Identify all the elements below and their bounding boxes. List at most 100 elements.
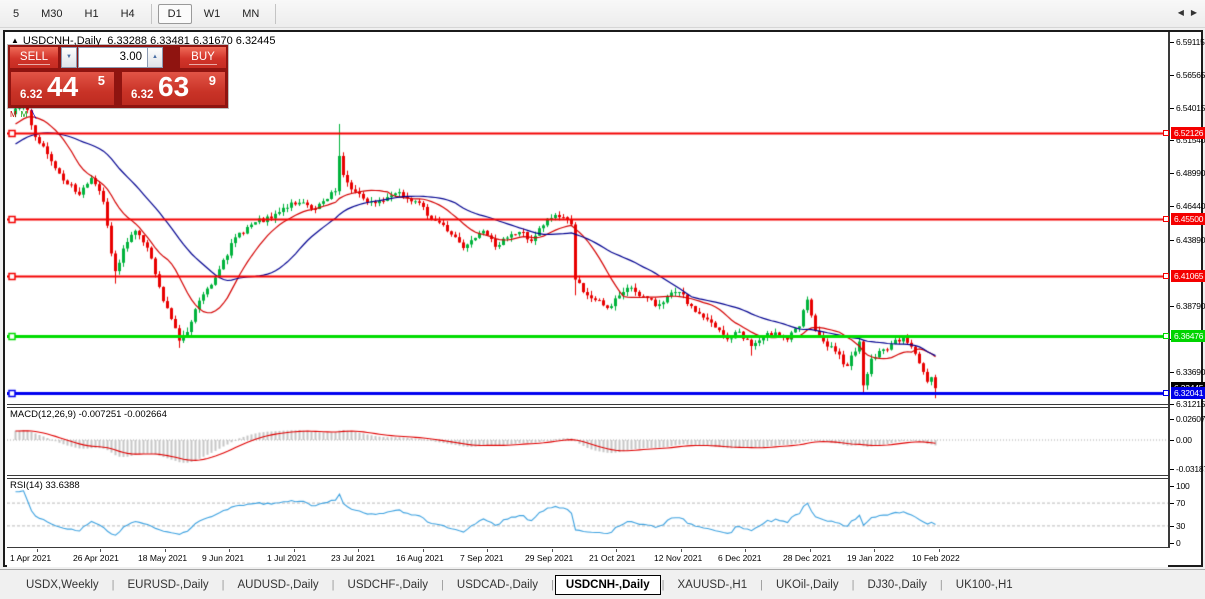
timeframe-button-5[interactable]: 5 [3,4,29,24]
rsi-axis-label: 100 [1176,481,1190,491]
volume-increase-button[interactable]: ▲ [147,47,163,68]
sell-price-big: 44 [47,71,79,102]
date-label: 21 Oct 2021 [589,553,636,563]
timeframe-button-h1[interactable]: H1 [75,4,109,24]
timeframe-button-d1[interactable]: D1 [157,3,192,24]
date-label: 29 Sep 2021 [525,553,574,563]
rsi-axis-label-dash [1170,526,1174,527]
chart-tab-eurusd[interactable]: EURUSD-,Daily [116,575,221,595]
macd-axis-label-dash [1170,419,1174,420]
macd-pane-canvas[interactable] [7,408,1168,474]
pane-separator [7,547,1168,548]
date-label: 28 Dec 2021 [783,553,832,563]
volume-decrease-button[interactable]: ▼ [61,47,77,68]
chart-tab-dj30[interactable]: DJ30-,Daily [855,575,938,595]
price-tick-dash [1170,240,1174,241]
spin-down-icon: ▼ [66,54,72,60]
price-tick-label: 6.43890 [1176,235,1205,245]
date-label: 16 Aug 2021 [396,553,444,563]
tab-separator: | [760,578,763,591]
macd-indicator-label: MACD(12,26,9) -0.007251 -0.002664 [10,409,167,420]
date-axis[interactable]: 1 Apr 2021 26 Apr 2021 18 May 2021 9 Jun 20… [7,549,1168,567]
date-tick [939,549,940,552]
chart-tab-audusd[interactable]: AUDUSD-,Daily [226,575,331,595]
sell-price-button[interactable]: 6.32 44 5 [11,71,114,105]
price-tick-dash [1170,108,1174,109]
buy-price-prefix: 6.32 [131,89,154,101]
tab-scroll-right-icon[interactable]: ▶ [1191,8,1197,17]
price-level-label[interactable]: 6.41065 [1163,270,1205,282]
chart-tab-xauusd[interactable]: XAUUSD-,H1 [665,575,759,595]
buy-button[interactable]: BUY [180,47,226,68]
timeframe-button-w1[interactable]: W1 [194,4,231,24]
date-tick [810,549,811,552]
tab-separator: | [551,578,554,591]
tab-scroll-left-icon[interactable]: ◀ [1178,8,1184,17]
date-label: 23 Jul 2021 [331,553,375,563]
date-tick [616,549,617,552]
level-anchor-icon [1163,216,1169,222]
chart-tab-usdcad[interactable]: USDCAD-,Daily [445,575,550,595]
price-tick-dash [1170,75,1174,76]
sell-button[interactable]: SELL [10,47,58,68]
volume-input[interactable]: 3.00 [78,47,148,68]
price-level-label[interactable]: 6.52126 [1163,127,1205,139]
date-label: 6 Dec 2021 [718,553,762,563]
price-tick-label: 6.54015 [1176,103,1205,113]
buy-price-button[interactable]: 6.32 63 9 [122,71,225,105]
date-tick [37,549,38,552]
macd-axis-label: 0.02607 [1176,414,1205,424]
tab-separator: | [661,578,665,591]
rsi-axis-label-dash [1170,543,1174,544]
pane-separator[interactable] [7,404,1168,405]
price-tick-dash [1170,206,1174,207]
macd-axis-label-dash [1170,440,1174,441]
tab-separator: | [111,578,115,591]
date-tick [423,549,424,552]
object-icon-2[interactable]: M [21,110,32,119]
pane-separator[interactable] [7,475,1168,476]
rsi-indicator-label: RSI(14) 33.6388 [10,480,80,491]
rsi-axis-label: 70 [1176,498,1186,508]
object-icon-3[interactable]: ╲ [31,110,40,119]
date-label: 12 Nov 2021 [654,553,703,563]
price-tick-label: 6.33690 [1176,367,1205,377]
sell-price-sup: 5 [97,73,105,88]
level-anchor-icon [1163,333,1169,339]
timeframe-button-mn[interactable]: MN [232,4,269,24]
rsi-pane-canvas[interactable] [7,479,1168,546]
object-icon-1[interactable]: M [10,110,21,119]
price-level-label[interactable]: 6.32041 [1163,387,1205,399]
date-tick [681,549,682,552]
terminal-root: 5 M30 H1 H4 D1 W1 MN ▲ USDCNH-,Daily 6.33288 6.… [0,0,1205,599]
date-label: 19 Jan 2022 [847,553,894,563]
price-tick-label: 6.38790 [1176,301,1205,311]
tab-separator: | [221,578,225,591]
price-tick-label: 6.31215 [1176,399,1205,409]
tab-scroll-arrows: ◀ ▶ [1171,8,1197,17]
chart-tab-usdchf[interactable]: USDCHF-,Daily [336,575,441,595]
price-tick-dash [1170,306,1174,307]
date-tick [165,549,166,552]
chart-object-icons: MM╲ [10,110,40,119]
chart-tab-uk100[interactable]: UK100-,H1 [944,575,1025,595]
macd-axis-label: 0.00 [1176,435,1192,445]
date-label: 18 May 2021 [138,553,188,563]
collapse-panel-icon[interactable]: ▲ [11,36,19,45]
price-level-label[interactable]: 6.45500 [1163,213,1205,225]
timeframe-button-h4[interactable]: H4 [111,4,145,24]
buy-price-sup: 9 [208,73,216,88]
chart-tab-usdx[interactable]: USDX,Weekly [14,575,111,595]
date-label: 9 Jun 2021 [202,553,245,563]
chart-tab-ukoil[interactable]: UKOil-,Daily [764,575,851,595]
date-tick [487,549,488,552]
timeframe-button-m30[interactable]: M30 [31,4,72,24]
chart-tab-usdcnh[interactable]: USDCNH-,Daily [554,574,661,595]
tab-separator: | [851,578,855,591]
toolbar-separator [150,3,152,24]
price-tick-label: 6.59115 [1176,37,1205,47]
price-tick-label: 6.48990 [1176,168,1205,178]
date-label: 7 Sep 2021 [460,553,504,563]
price-level-label[interactable]: 6.36476 [1163,330,1205,342]
date-tick [358,549,359,552]
